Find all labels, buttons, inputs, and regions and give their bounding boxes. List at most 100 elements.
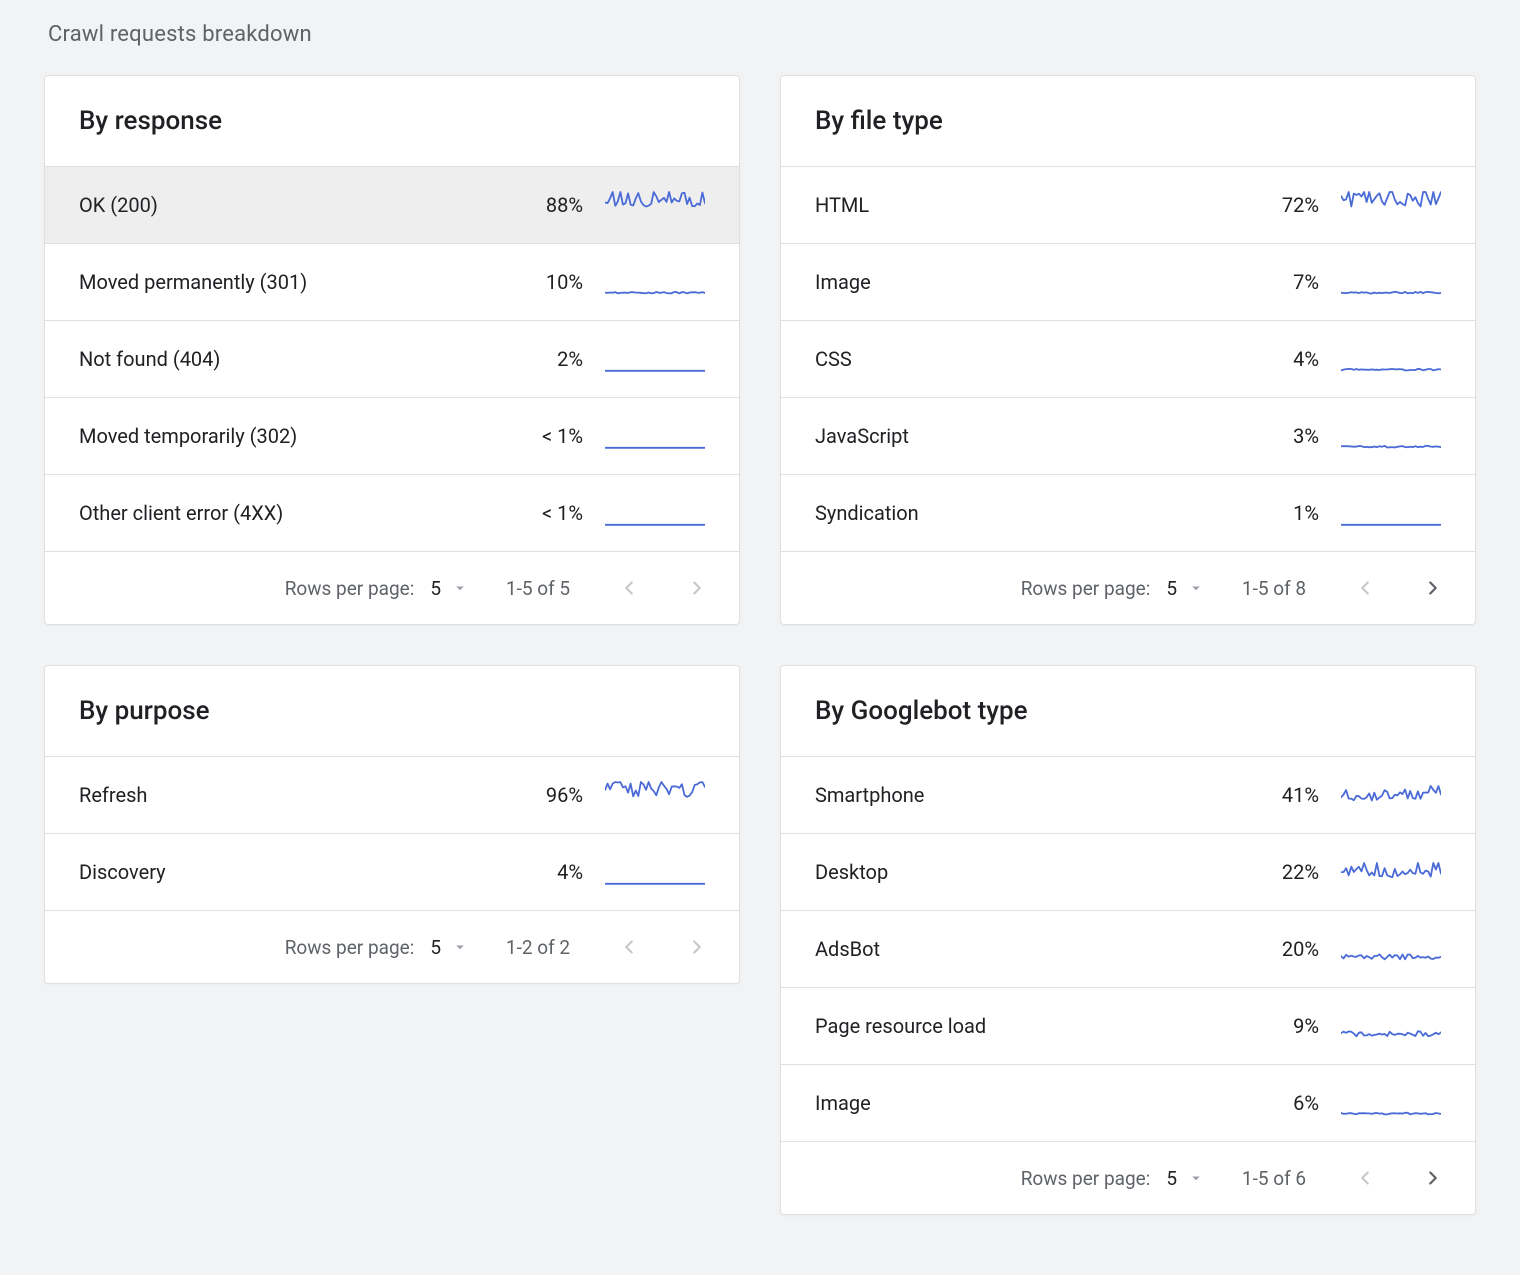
chevron-down-icon bbox=[451, 579, 469, 597]
row-label: Smartphone bbox=[815, 783, 1207, 807]
sparkline-icon bbox=[1341, 1089, 1441, 1117]
table-row[interactable]: CSS4% bbox=[781, 320, 1475, 397]
prev-page-button bbox=[607, 925, 651, 969]
sparkline-icon bbox=[1341, 935, 1441, 963]
row-label: Page resource load bbox=[815, 1014, 1207, 1038]
prev-page-button bbox=[1343, 566, 1387, 610]
table-row[interactable]: Moved permanently (301) 10% bbox=[45, 243, 739, 320]
row-label: JavaScript bbox=[815, 424, 1207, 448]
sparkline-icon bbox=[1341, 499, 1441, 527]
sparkline-icon bbox=[1341, 858, 1441, 886]
row-value: 96% bbox=[493, 783, 583, 807]
table-row[interactable]: JavaScript 3% bbox=[781, 397, 1475, 474]
chevron-down-icon bbox=[1187, 579, 1205, 597]
row-value: 7% bbox=[1229, 270, 1319, 294]
table-row[interactable]: Smartphone 41% bbox=[781, 756, 1475, 833]
prev-page-button bbox=[607, 566, 651, 610]
table-row[interactable]: Not found (404) 2% bbox=[45, 320, 739, 397]
row-label: Image bbox=[815, 270, 1207, 294]
chevron-down-icon bbox=[451, 938, 469, 956]
pagination-range: 1-5 of 8 bbox=[1229, 577, 1319, 600]
next-page-button bbox=[675, 925, 719, 969]
card-title: By file type bbox=[781, 76, 1475, 166]
table-footer: Rows per page: 5 1-5 of 8 bbox=[781, 551, 1475, 624]
table-row[interactable]: HTML 72% bbox=[781, 166, 1475, 243]
rows-per-page-select[interactable]: 5 bbox=[1166, 1167, 1205, 1190]
row-value: 72% bbox=[1229, 193, 1319, 217]
row-value: 88% bbox=[493, 193, 583, 217]
prev-page-button bbox=[1343, 1156, 1387, 1200]
row-value: 3% bbox=[1229, 424, 1319, 448]
table-row[interactable]: Syndication 1% bbox=[781, 474, 1475, 551]
sparkline-icon bbox=[605, 345, 705, 373]
next-page-button[interactable] bbox=[1411, 566, 1455, 610]
sparkline-icon bbox=[605, 858, 705, 886]
row-label: Syndication bbox=[815, 501, 1207, 525]
row-value: 4% bbox=[493, 860, 583, 884]
row-value: < 1% bbox=[493, 501, 583, 525]
rows-per-page-select[interactable]: 5 bbox=[430, 577, 469, 600]
table-footer: Rows per page:51-5 of 5 bbox=[45, 551, 739, 624]
row-label: OK (200) bbox=[79, 193, 471, 217]
table-row[interactable]: Other client error (4XX) < 1% bbox=[45, 474, 739, 551]
card-by_response: By response OK (200) 88% Moved permanently … bbox=[44, 75, 740, 625]
rows-per-page-select[interactable]: 5 bbox=[430, 936, 469, 959]
table-row[interactable]: AdsBot 20% bbox=[781, 910, 1475, 987]
table-row[interactable]: Image 7% bbox=[781, 243, 1475, 320]
card-title: By response bbox=[45, 76, 739, 166]
sparkline-icon bbox=[1341, 191, 1441, 219]
row-label: Discovery bbox=[79, 860, 471, 884]
chevron-down-icon bbox=[1187, 1169, 1205, 1187]
sparkline-icon bbox=[1341, 345, 1441, 373]
row-label: Not found (404) bbox=[79, 347, 471, 371]
table-footer: Rows per page: 5 1-5 of 6 bbox=[781, 1141, 1475, 1214]
rows-per-page-value: 5 bbox=[430, 936, 441, 959]
row-value: 6% bbox=[1229, 1091, 1319, 1115]
card-by_purpose: By purpose Refresh 96% Discovery 4% Rows per … bbox=[44, 665, 740, 984]
rows-per-page-value: 5 bbox=[1166, 1167, 1177, 1190]
table-row[interactable]: Desktop22% bbox=[781, 833, 1475, 910]
table-row[interactable]: Image6% bbox=[781, 1064, 1475, 1141]
sparkline-icon bbox=[605, 191, 705, 219]
sparkline-icon bbox=[605, 268, 705, 296]
row-value: 41% bbox=[1229, 783, 1319, 807]
sparkline-icon bbox=[1341, 268, 1441, 296]
rows-per-page-label: Rows per page: bbox=[1021, 1167, 1151, 1190]
sparkline-icon bbox=[1341, 1012, 1441, 1040]
card-by_file_type: By file typeHTML72%Image7%CSS4%JavaScrip… bbox=[780, 75, 1476, 625]
pagination-range: 1-5 of 6 bbox=[1229, 1167, 1319, 1190]
row-value: 10% bbox=[493, 270, 583, 294]
row-value: 1% bbox=[1229, 501, 1319, 525]
sparkline-icon bbox=[605, 499, 705, 527]
card-title: By Googlebot type bbox=[781, 666, 1475, 756]
next-page-button[interactable] bbox=[1411, 1156, 1455, 1200]
row-label: CSS bbox=[815, 347, 1207, 371]
card-by_googlebot_type: By Googlebot type Smartphone 41% Desktop22%… bbox=[780, 665, 1476, 1215]
table-row[interactable]: Moved temporarily (302)< 1% bbox=[45, 397, 739, 474]
table-row[interactable]: Page resource load9% bbox=[781, 987, 1475, 1064]
next-page-button bbox=[675, 566, 719, 610]
table-footer: Rows per page: 5 1-2 of 2 bbox=[45, 910, 739, 983]
row-value: 2% bbox=[493, 347, 583, 371]
pagination-range: 1-2 of 2 bbox=[493, 936, 583, 959]
row-label: AdsBot bbox=[815, 937, 1207, 961]
row-label: Moved temporarily (302) bbox=[79, 424, 471, 448]
row-value: 20% bbox=[1229, 937, 1319, 961]
row-value: 22% bbox=[1229, 860, 1319, 884]
rows-per-page-select[interactable]: 5 bbox=[1166, 577, 1205, 600]
row-label: Refresh bbox=[79, 783, 471, 807]
rows-per-page-value: 5 bbox=[430, 577, 441, 600]
rows-per-page-label: Rows per page: bbox=[1021, 577, 1151, 600]
sparkline-icon bbox=[1341, 422, 1441, 450]
page-title: Crawl requests breakdown bbox=[48, 22, 1476, 47]
table-row[interactable]: Refresh 96% bbox=[45, 756, 739, 833]
rows-per-page-value: 5 bbox=[1166, 577, 1177, 600]
rows-per-page-label: Rows per page: bbox=[285, 936, 415, 959]
table-row[interactable]: OK (200) 88% bbox=[45, 166, 739, 243]
card-title: By purpose bbox=[45, 666, 739, 756]
table-row[interactable]: Discovery 4% bbox=[45, 833, 739, 910]
rows-per-page-label: Rows per page: bbox=[285, 577, 415, 600]
row-label: Other client error (4XX) bbox=[79, 501, 471, 525]
row-label: HTML bbox=[815, 193, 1207, 217]
row-label: Moved permanently (301) bbox=[79, 270, 471, 294]
